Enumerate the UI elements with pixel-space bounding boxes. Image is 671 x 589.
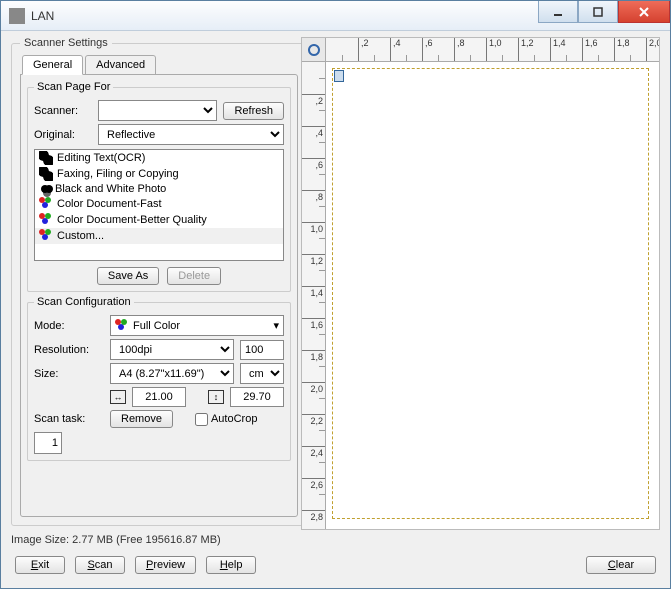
mode-label: Mode: bbox=[34, 320, 104, 332]
save-as-button[interactable]: Save As bbox=[97, 267, 159, 285]
mode-select[interactable]: Full Color ▾ bbox=[110, 315, 284, 336]
preset-list[interactable]: Editing Text(OCR) Faxing, Filing or Copyi… bbox=[34, 149, 284, 261]
bw-icon bbox=[39, 151, 53, 165]
height-input[interactable] bbox=[230, 387, 284, 407]
titlebar: LAN bbox=[1, 1, 670, 31]
ruler-corner-icon bbox=[302, 38, 326, 62]
close-button[interactable] bbox=[618, 1, 670, 23]
preset-label: Black and White Photo bbox=[55, 183, 166, 195]
task-count-box: 1 bbox=[34, 432, 62, 454]
scanner-settings-group: Scanner Settings General Advanced Scan P… bbox=[11, 37, 307, 526]
selection-handle[interactable] bbox=[334, 70, 344, 82]
full-color-icon bbox=[115, 319, 129, 333]
maximize-button[interactable] bbox=[578, 1, 618, 23]
tab-general[interactable]: General bbox=[22, 55, 83, 75]
exit-button[interactable]: Exit bbox=[15, 556, 65, 574]
clear-button[interactable]: Clear bbox=[586, 556, 656, 574]
dpi-input[interactable] bbox=[240, 340, 284, 360]
resolution-label: Resolution: bbox=[34, 344, 104, 356]
original-label: Original: bbox=[34, 129, 92, 141]
delete-button[interactable]: Delete bbox=[167, 267, 221, 285]
scanner-settings-legend: Scanner Settings bbox=[20, 37, 112, 49]
ruler-vertical: ,2,4,6,81,01,21,41,61,82,02,22,42,62,8 bbox=[302, 62, 326, 529]
bw-icon bbox=[39, 167, 53, 181]
preview-area[interactable]: ,2,4,6,81,01,21,41,61,82,0 ,2,4,6,81,01,… bbox=[301, 37, 660, 530]
remove-button[interactable]: Remove bbox=[110, 410, 173, 428]
color-icon bbox=[39, 213, 53, 227]
refresh-button[interactable]: Refresh bbox=[223, 102, 284, 120]
app-window: LAN Scanner Settings General Advanced Sc… bbox=[0, 0, 671, 589]
scan-task-label: Scan task: bbox=[34, 413, 104, 425]
width-input[interactable] bbox=[132, 387, 186, 407]
color-icon bbox=[39, 197, 53, 211]
scan-button[interactable]: Scan bbox=[75, 556, 125, 574]
tab-advanced[interactable]: Advanced bbox=[85, 55, 156, 75]
preset-label: Color Document-Better Quality bbox=[57, 214, 207, 226]
scan-page-for-group: Scan Page For Scanner: Refresh Original:… bbox=[27, 81, 291, 292]
size-label: Size: bbox=[34, 368, 104, 380]
preset-item[interactable]: Custom... bbox=[35, 228, 283, 244]
autocrop-checkbox[interactable]: AutoCrop bbox=[195, 413, 253, 426]
resolution-select[interactable]: 100dpi bbox=[110, 339, 234, 360]
original-select[interactable]: Reflective bbox=[98, 124, 284, 145]
height-icon bbox=[208, 390, 224, 404]
scan-configuration-group: Scan Configuration Mode: Full Color ▾ Re… bbox=[27, 296, 291, 461]
preset-item[interactable]: Faxing, Filing or Copying bbox=[35, 166, 283, 182]
preset-label: Faxing, Filing or Copying bbox=[57, 168, 179, 180]
preset-item[interactable]: Black and White Photo bbox=[35, 182, 283, 196]
preset-item[interactable]: Color Document-Better Quality bbox=[35, 212, 283, 228]
preset-label: Editing Text(OCR) bbox=[57, 152, 145, 164]
app-icon bbox=[9, 8, 25, 24]
preset-item[interactable]: Color Document-Fast bbox=[35, 196, 283, 212]
minimize-button[interactable] bbox=[538, 1, 578, 23]
unit-select[interactable]: cm bbox=[240, 363, 284, 384]
help-button[interactable]: Help bbox=[206, 556, 256, 574]
window-title: LAN bbox=[31, 9, 538, 23]
chevron-down-icon: ▾ bbox=[273, 319, 279, 332]
width-icon bbox=[110, 390, 126, 404]
preset-label: Color Document-Fast bbox=[57, 198, 162, 210]
color-icon bbox=[39, 229, 53, 243]
page-outline bbox=[332, 68, 649, 519]
scan-page-for-legend: Scan Page For bbox=[34, 81, 113, 93]
size-select[interactable]: A4 (8.27"x11.69") bbox=[110, 363, 234, 384]
scan-configuration-legend: Scan Configuration bbox=[34, 296, 134, 308]
preview-canvas[interactable] bbox=[326, 62, 659, 529]
status-text: Image Size: 2.77 MB (Free 195616.87 MB) bbox=[1, 530, 670, 548]
preset-label: Custom... bbox=[57, 230, 104, 242]
ruler-horizontal: ,2,4,6,81,01,21,41,61,82,0 bbox=[326, 38, 659, 62]
scanner-select[interactable] bbox=[98, 100, 217, 121]
scanner-label: Scanner: bbox=[34, 105, 92, 117]
preview-button[interactable]: Preview bbox=[135, 556, 196, 574]
preset-item[interactable]: Editing Text(OCR) bbox=[35, 150, 283, 166]
bw-icon bbox=[41, 185, 49, 193]
